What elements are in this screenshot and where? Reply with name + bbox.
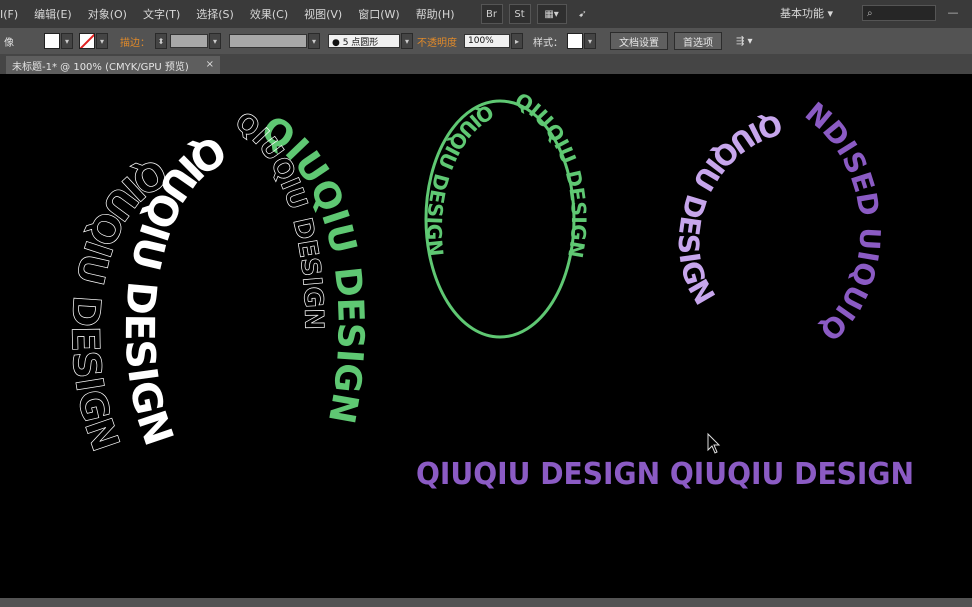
artboard-canvas[interactable]: QIUQIU DESIGN QIUQIU DESIGN QIUQIU DESIG… [8,74,972,598]
stroke-swatch[interactable] [79,33,95,49]
arrange-icon[interactable]: ⇶ ▾ [732,36,757,47]
document-tab[interactable]: 未标题-1* @ 100% (CMYK/GPU 预览) × [6,56,220,74]
style-dropdown[interactable]: ▾ [584,33,596,49]
document-setup-button[interactable]: 文档设置 [610,32,668,50]
fill-swatch[interactable] [44,33,60,49]
fill-dropdown[interactable]: ▾ [61,33,73,49]
arrange-documents-icon[interactable]: ▦▾ [536,4,567,24]
menu-view[interactable]: 视图(V) [296,6,350,22]
artwork-tagline: QIUQIU DESIGN QIUQIU DESIGN [416,457,914,492]
control-bar: 像 ▾ ▾ 描边： ⬍ ▾ ▾ ● 5 点圆形 ▾ 不透明度 100% ▸ 样式… [0,28,972,54]
opacity-field[interactable]: 100% [464,34,510,48]
menu-window[interactable]: 窗口(W) [350,6,407,22]
variable-width-profile[interactable] [229,34,307,48]
menu-select[interactable]: 选择(S) [188,6,242,22]
workspace-switcher[interactable]: 基本功能 ▾ [780,5,833,21]
menu-effect[interactable]: 效果(C) [242,6,296,22]
close-icon[interactable]: × [206,59,214,70]
bridge-icon[interactable]: Br [480,4,503,24]
stroke-label[interactable]: 描边： [116,34,154,49]
menu-object[interactable]: 对象(O) [80,6,135,22]
menu-file[interactable]: I(F) [0,8,26,21]
document-tab-bar: 未标题-1* @ 100% (CMYK/GPU 预览) × [0,54,972,74]
artwork: QIUQIU DESIGN QIUQIU DESIGN QIUQIU DESIG… [63,88,914,492]
search-input[interactable]: ⌕ [862,5,936,21]
selection-label: 像 [4,37,14,49]
middle-ring-left-text: QIUQIU DESIGN [422,99,498,257]
cursor-icon [707,432,721,454]
status-bar [0,598,972,607]
style-label: 样式： [533,37,563,49]
opacity-dropdown[interactable]: ▸ [511,33,523,49]
menu-help[interactable]: 帮助(H) [408,6,463,22]
menu-bar: I(F) 编辑(E) 对象(O) 文字(T) 选择(S) 效果(C) 视图(V)… [0,0,972,28]
stroke-weight-field[interactable] [170,34,208,48]
opacity-label[interactable]: 不透明度 [413,34,461,49]
document-tab-title: 未标题-1* @ 100% (CMYK/GPU 预览) [12,61,189,73]
gpu-performance-icon[interactable]: ➹ [573,5,593,23]
middle-ring-right-text: QIUQIU DESIGN [511,88,591,260]
preferences-button[interactable]: 首选项 [674,32,722,50]
variable-width-dropdown[interactable]: ▾ [308,33,320,49]
purple-ring-left-text: QIUQIU DESIGN [672,107,787,311]
purple-ring-right-text: NDISED UIQUIQ [799,96,887,347]
stroke-weight-stepper[interactable]: ⬍ [155,33,167,49]
stroke-dropdown[interactable]: ▾ [96,33,108,49]
minimize-icon[interactable]: — [938,4,968,20]
stock-icon[interactable]: St [508,4,531,24]
menu-edit[interactable]: 编辑(E) [26,6,80,22]
search-icon: ⌕ [867,7,873,19]
stroke-weight-dropdown[interactable]: ▾ [209,33,221,49]
brush-definition[interactable]: ● 5 点圆形 [328,34,400,48]
menu-type[interactable]: 文字(T) [135,6,188,22]
brush-dropdown[interactable]: ▾ [401,33,413,49]
style-swatch[interactable] [567,33,583,49]
